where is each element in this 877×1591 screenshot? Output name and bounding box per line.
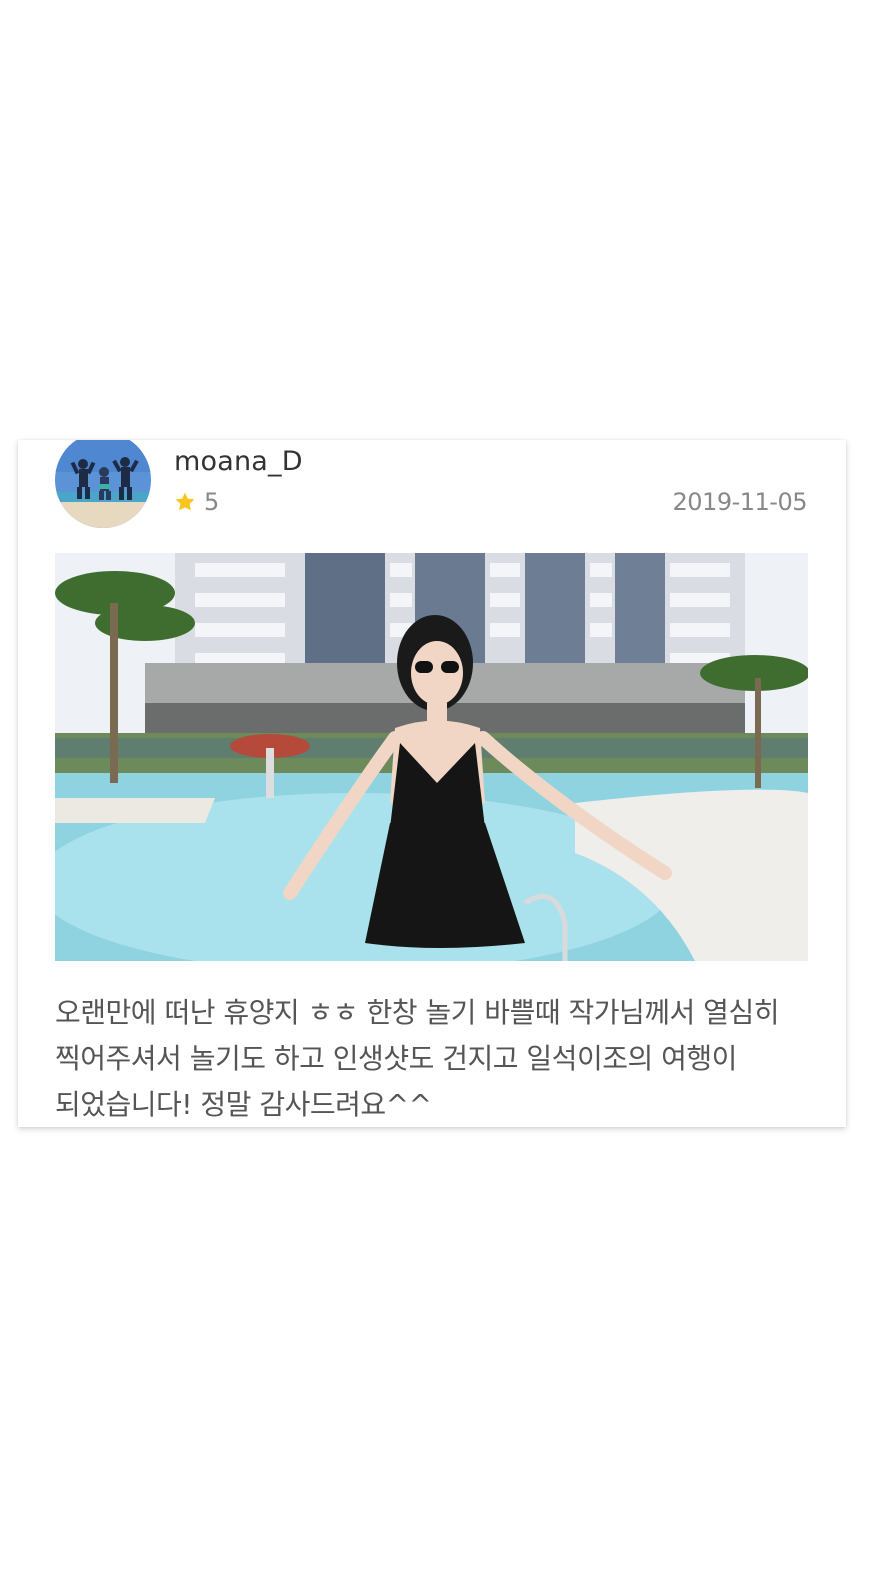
rating-score: 5 [204, 488, 220, 516]
review-photo-image [55, 553, 808, 961]
avatar[interactable] [55, 440, 151, 528]
star-icon [175, 492, 195, 511]
review-date: 2019-11-05 [672, 488, 808, 516]
review-card: moana_D 5 2019-11-05 오랜만에 떠난 휴양지 ㅎㅎ 한창 놀… [18, 440, 846, 1127]
review-text: 오랜만에 떠난 휴양지 ㅎㅎ 한창 놀기 바쁠때 작가님께서 열심히 찍어주셔서… [55, 996, 779, 1121]
page: moana_D 5 2019-11-05 오랜만에 떠난 휴양지 ㅎㅎ 한창 놀… [0, 0, 877, 1591]
username[interactable]: moana_D [174, 446, 303, 477]
avatar-image [55, 440, 151, 528]
review-photo[interactable] [55, 553, 808, 961]
rating: 5 [174, 488, 219, 516]
